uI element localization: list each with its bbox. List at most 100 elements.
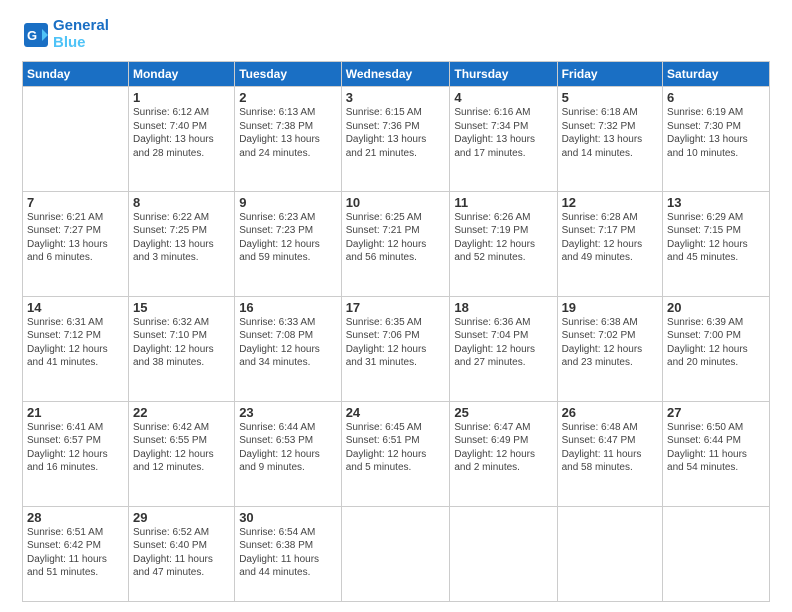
calendar-cell: 28Sunrise: 6:51 AM Sunset: 6:42 PM Dayli…: [23, 506, 129, 601]
day-number: 24: [346, 405, 446, 420]
day-info: Sunrise: 6:22 AM Sunset: 7:25 PM Dayligh…: [133, 211, 230, 265]
weekday-header-tuesday: Tuesday: [235, 62, 342, 87]
day-info: Sunrise: 6:16 AM Sunset: 7:34 PM Dayligh…: [454, 106, 552, 160]
day-info: Sunrise: 6:50 AM Sunset: 6:44 PM Dayligh…: [667, 421, 765, 475]
day-info: Sunrise: 6:15 AM Sunset: 7:36 PM Dayligh…: [346, 106, 446, 160]
day-info: Sunrise: 6:31 AM Sunset: 7:12 PM Dayligh…: [27, 316, 124, 370]
calendar-week-3: 14Sunrise: 6:31 AM Sunset: 7:12 PM Dayli…: [23, 296, 770, 401]
weekday-header-monday: Monday: [128, 62, 234, 87]
day-info: Sunrise: 6:42 AM Sunset: 6:55 PM Dayligh…: [133, 421, 230, 475]
calendar-cell: 17Sunrise: 6:35 AM Sunset: 7:06 PM Dayli…: [341, 296, 450, 401]
calendar-cell: 5Sunrise: 6:18 AM Sunset: 7:32 PM Daylig…: [557, 87, 662, 192]
calendar-week-2: 7Sunrise: 6:21 AM Sunset: 7:27 PM Daylig…: [23, 191, 770, 296]
day-info: Sunrise: 6:23 AM Sunset: 7:23 PM Dayligh…: [239, 211, 337, 265]
day-number: 5: [562, 90, 658, 105]
calendar-cell: 22Sunrise: 6:42 AM Sunset: 6:55 PM Dayli…: [128, 401, 234, 506]
day-number: 9: [239, 195, 337, 210]
weekday-header-thursday: Thursday: [450, 62, 557, 87]
day-number: 6: [667, 90, 765, 105]
day-info: Sunrise: 6:54 AM Sunset: 6:38 PM Dayligh…: [239, 526, 337, 580]
calendar-cell: 29Sunrise: 6:52 AM Sunset: 6:40 PM Dayli…: [128, 506, 234, 601]
day-info: Sunrise: 6:26 AM Sunset: 7:19 PM Dayligh…: [454, 211, 552, 265]
day-info: Sunrise: 6:25 AM Sunset: 7:21 PM Dayligh…: [346, 211, 446, 265]
calendar-table: SundayMondayTuesdayWednesdayThursdayFrid…: [22, 61, 770, 602]
calendar-week-1: 1Sunrise: 6:12 AM Sunset: 7:40 PM Daylig…: [23, 87, 770, 192]
calendar-cell: 14Sunrise: 6:31 AM Sunset: 7:12 PM Dayli…: [23, 296, 129, 401]
calendar-cell: 18Sunrise: 6:36 AM Sunset: 7:04 PM Dayli…: [450, 296, 557, 401]
day-info: Sunrise: 6:12 AM Sunset: 7:40 PM Dayligh…: [133, 106, 230, 160]
day-info: Sunrise: 6:36 AM Sunset: 7:04 PM Dayligh…: [454, 316, 552, 370]
day-number: 4: [454, 90, 552, 105]
day-number: 27: [667, 405, 765, 420]
day-number: 2: [239, 90, 337, 105]
day-number: 28: [27, 510, 124, 525]
day-number: 20: [667, 300, 765, 315]
day-info: Sunrise: 6:48 AM Sunset: 6:47 PM Dayligh…: [562, 421, 658, 475]
calendar-cell: 15Sunrise: 6:32 AM Sunset: 7:10 PM Dayli…: [128, 296, 234, 401]
day-number: 3: [346, 90, 446, 105]
calendar-cell: 6Sunrise: 6:19 AM Sunset: 7:30 PM Daylig…: [663, 87, 770, 192]
day-number: 25: [454, 405, 552, 420]
day-number: 16: [239, 300, 337, 315]
calendar-cell: 25Sunrise: 6:47 AM Sunset: 6:49 PM Dayli…: [450, 401, 557, 506]
day-number: 12: [562, 195, 658, 210]
day-number: 14: [27, 300, 124, 315]
calendar-cell: 21Sunrise: 6:41 AM Sunset: 6:57 PM Dayli…: [23, 401, 129, 506]
day-number: 10: [346, 195, 446, 210]
day-info: Sunrise: 6:38 AM Sunset: 7:02 PM Dayligh…: [562, 316, 658, 370]
calendar-cell: 23Sunrise: 6:44 AM Sunset: 6:53 PM Dayli…: [235, 401, 342, 506]
day-number: 13: [667, 195, 765, 210]
calendar-cell: [23, 87, 129, 192]
day-number: 19: [562, 300, 658, 315]
calendar-cell: 27Sunrise: 6:50 AM Sunset: 6:44 PM Dayli…: [663, 401, 770, 506]
calendar-cell: 9Sunrise: 6:23 AM Sunset: 7:23 PM Daylig…: [235, 191, 342, 296]
calendar-cell: 20Sunrise: 6:39 AM Sunset: 7:00 PM Dayli…: [663, 296, 770, 401]
day-info: Sunrise: 6:44 AM Sunset: 6:53 PM Dayligh…: [239, 421, 337, 475]
day-info: Sunrise: 6:21 AM Sunset: 7:27 PM Dayligh…: [27, 211, 124, 265]
calendar-cell: 16Sunrise: 6:33 AM Sunset: 7:08 PM Dayli…: [235, 296, 342, 401]
calendar-cell: 26Sunrise: 6:48 AM Sunset: 6:47 PM Dayli…: [557, 401, 662, 506]
calendar-cell: 24Sunrise: 6:45 AM Sunset: 6:51 PM Dayli…: [341, 401, 450, 506]
calendar-cell: 4Sunrise: 6:16 AM Sunset: 7:34 PM Daylig…: [450, 87, 557, 192]
weekday-header-sunday: Sunday: [23, 62, 129, 87]
calendar-cell: [341, 506, 450, 601]
calendar-cell: 2Sunrise: 6:13 AM Sunset: 7:38 PM Daylig…: [235, 87, 342, 192]
day-number: 17: [346, 300, 446, 315]
day-info: Sunrise: 6:33 AM Sunset: 7:08 PM Dayligh…: [239, 316, 337, 370]
day-number: 22: [133, 405, 230, 420]
calendar-cell: 8Sunrise: 6:22 AM Sunset: 7:25 PM Daylig…: [128, 191, 234, 296]
logo-text: General Blue: [53, 18, 109, 51]
day-info: Sunrise: 6:18 AM Sunset: 7:32 PM Dayligh…: [562, 106, 658, 160]
day-info: Sunrise: 6:52 AM Sunset: 6:40 PM Dayligh…: [133, 526, 230, 580]
day-number: 18: [454, 300, 552, 315]
header: G General Blue: [22, 18, 770, 51]
day-number: 7: [27, 195, 124, 210]
calendar-cell: 11Sunrise: 6:26 AM Sunset: 7:19 PM Dayli…: [450, 191, 557, 296]
page: G General Blue SundayMondayTuesdayWednes…: [0, 0, 792, 612]
weekday-header-saturday: Saturday: [663, 62, 770, 87]
day-info: Sunrise: 6:45 AM Sunset: 6:51 PM Dayligh…: [346, 421, 446, 475]
weekday-header-wednesday: Wednesday: [341, 62, 450, 87]
logo: G General Blue: [22, 18, 109, 51]
day-number: 1: [133, 90, 230, 105]
calendar-cell: [557, 506, 662, 601]
day-info: Sunrise: 6:32 AM Sunset: 7:10 PM Dayligh…: [133, 316, 230, 370]
weekday-header-friday: Friday: [557, 62, 662, 87]
day-info: Sunrise: 6:47 AM Sunset: 6:49 PM Dayligh…: [454, 421, 552, 475]
calendar-week-4: 21Sunrise: 6:41 AM Sunset: 6:57 PM Dayli…: [23, 401, 770, 506]
weekday-header-row: SundayMondayTuesdayWednesdayThursdayFrid…: [23, 62, 770, 87]
day-number: 26: [562, 405, 658, 420]
calendar-cell: 1Sunrise: 6:12 AM Sunset: 7:40 PM Daylig…: [128, 87, 234, 192]
calendar-cell: [663, 506, 770, 601]
calendar-cell: 7Sunrise: 6:21 AM Sunset: 7:27 PM Daylig…: [23, 191, 129, 296]
calendar-cell: 19Sunrise: 6:38 AM Sunset: 7:02 PM Dayli…: [557, 296, 662, 401]
day-info: Sunrise: 6:39 AM Sunset: 7:00 PM Dayligh…: [667, 316, 765, 370]
day-number: 30: [239, 510, 337, 525]
day-number: 21: [27, 405, 124, 420]
day-number: 8: [133, 195, 230, 210]
day-info: Sunrise: 6:13 AM Sunset: 7:38 PM Dayligh…: [239, 106, 337, 160]
day-info: Sunrise: 6:19 AM Sunset: 7:30 PM Dayligh…: [667, 106, 765, 160]
svg-text:G: G: [27, 28, 37, 43]
day-info: Sunrise: 6:28 AM Sunset: 7:17 PM Dayligh…: [562, 211, 658, 265]
calendar-cell: 13Sunrise: 6:29 AM Sunset: 7:15 PM Dayli…: [663, 191, 770, 296]
